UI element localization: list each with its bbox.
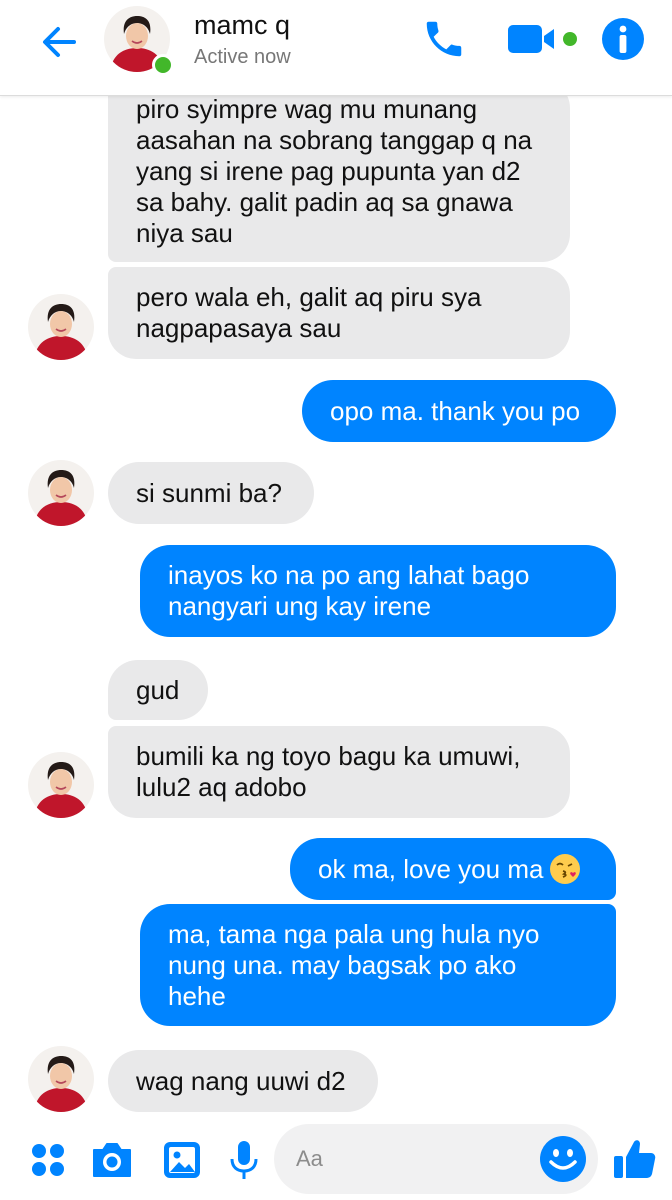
message-text: pero wala eh, galit aq piru sya nagpapas…: [136, 282, 482, 343]
message-bubble-outgoing[interactable]: ok ma, love you ma: [290, 838, 616, 900]
message-bubble-incoming[interactable]: gud: [108, 660, 208, 720]
video-call-button[interactable]: [506, 14, 584, 64]
chat-header: mamc q Active now: [0, 0, 672, 96]
kissing-emoji-icon: [550, 854, 581, 884]
emoji-button[interactable]: [538, 1134, 588, 1184]
apps-grid-icon: [32, 1144, 64, 1176]
contact-name[interactable]: mamc q: [194, 10, 290, 41]
active-status-dot: [152, 54, 174, 76]
message-input[interactable]: [296, 1140, 516, 1178]
message-bubble-incoming[interactable]: bumili ka ng toyo bagu ka umuwi, lulu2 a…: [108, 726, 570, 818]
smiley-icon: [540, 1136, 586, 1182]
message-text: si sunmi ba?: [136, 477, 282, 508]
voice-call-button[interactable]: [418, 14, 470, 64]
back-button[interactable]: [32, 16, 84, 68]
message-bubble-outgoing[interactable]: inayos ko na po ang lahat bago nangyari …: [140, 545, 616, 637]
message-bubble-outgoing[interactable]: opo ma. thank you po: [302, 380, 616, 442]
arrow-left-icon: [43, 27, 76, 57]
info-icon: [602, 18, 644, 60]
message-text: bumili ka ng toyo bagu ka umuwi, lulu2 a…: [136, 741, 521, 802]
message-text: piro syimpre wag mu munang aasahan na so…: [136, 93, 533, 248]
thumbs-up-icon: [614, 1140, 656, 1178]
image-icon: [164, 1142, 200, 1178]
like-button[interactable]: [610, 1134, 660, 1184]
camera-icon: [93, 1143, 131, 1177]
message-text: ma, tama nga pala ung hula nyo nung una.…: [168, 918, 540, 1011]
message-bubble-incoming[interactable]: wag nang uuwi d2: [108, 1050, 378, 1112]
voice-message-button[interactable]: [222, 1138, 266, 1182]
camera-button[interactable]: [90, 1138, 134, 1182]
video-camera-icon: [508, 25, 577, 53]
sender-avatar[interactable]: [28, 1046, 94, 1112]
message-text: wag nang uuwi d2: [136, 1065, 346, 1096]
message-input-container: [274, 1124, 598, 1194]
message-bubble-outgoing[interactable]: ma, tama nga pala ung hula nyo nung una.…: [140, 904, 616, 1026]
message-text: inayos ko na po ang lahat bago nangyari …: [168, 560, 530, 621]
contact-avatar[interactable]: [104, 6, 174, 76]
sender-avatar[interactable]: [28, 294, 94, 360]
message-bubble-incoming[interactable]: si sunmi ba?: [108, 462, 314, 524]
message-text: gud: [136, 674, 180, 705]
sender-avatar[interactable]: [28, 460, 94, 526]
phone-icon: [426, 21, 462, 57]
message-text: opo ma. thank you po: [330, 395, 581, 426]
apps-button[interactable]: [26, 1138, 70, 1182]
sender-avatar[interactable]: [28, 752, 94, 818]
microphone-icon: [230, 1141, 258, 1179]
message-bubble-incoming[interactable]: piro syimpre wag mu munang aasahan na so…: [108, 80, 570, 262]
contact-status: Active now: [194, 46, 291, 68]
message-bubble-incoming[interactable]: pero wala eh, galit aq piru sya nagpapas…: [108, 267, 570, 359]
gallery-button[interactable]: [160, 1138, 204, 1182]
conversation-info-button[interactable]: [598, 14, 648, 64]
message-text: ok ma, love you ma: [318, 853, 544, 884]
